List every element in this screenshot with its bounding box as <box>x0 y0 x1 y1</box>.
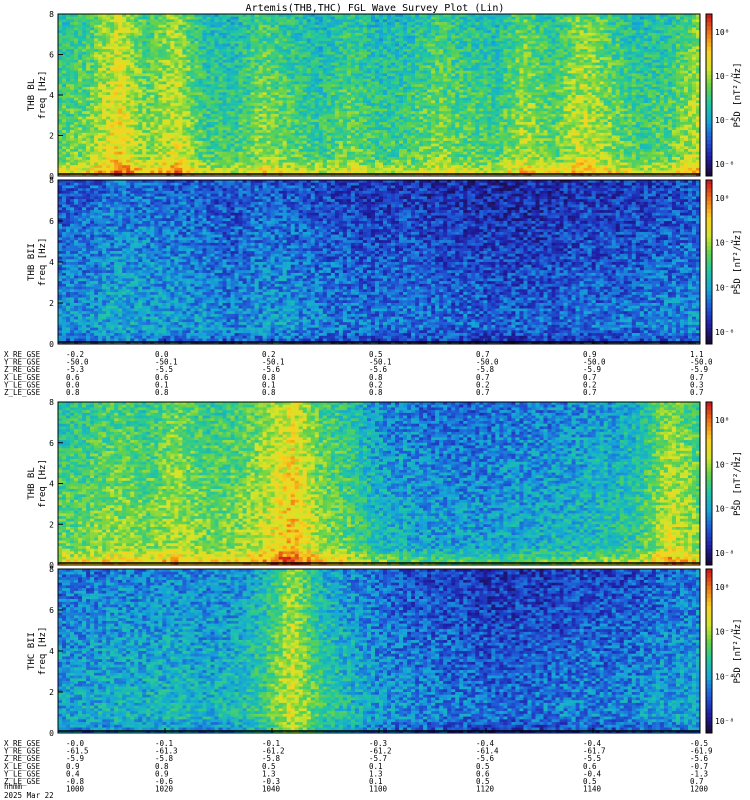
colorbar-label: PSD [nT²/Hz] <box>733 618 743 683</box>
heatmap-thb-bii <box>58 180 700 344</box>
colorbar-label: PSD [nT²/Hz] <box>733 229 743 294</box>
ephemeris-table-bottom: X_RE_GSEY_RE_GSEZ_RE_GSEX_LE_GSEY_LE_GSE… <box>4 739 713 794</box>
ephemeris-value: 1020 <box>155 785 174 794</box>
spectrogram-panel-2: 0 2 4 6 8 THB BII freq [Hz] 10⁻⁶ 10⁻⁴ 10⁻² 10⁰ PSD… <box>27 176 743 349</box>
colorbar-2: 10⁻⁶ 10⁻⁴ 10⁻² 10⁰ PSD [nT²/Hz] <box>706 180 743 344</box>
y-tick-label: 2 <box>49 299 54 308</box>
colorbar-tick-label: 10⁻⁸ <box>715 717 734 726</box>
colorbar-tick-label: 10⁻⁴ <box>715 283 734 292</box>
y-tick-label: 2 <box>49 520 54 529</box>
ephemeris-value: 0.7 <box>583 388 597 397</box>
ephemeris-value: 0.7 <box>690 388 704 397</box>
wave-survey-chart: Artemis(THB,THC) FGL Wave Survey Plot (L… <box>0 0 750 800</box>
ephemeris-value: 1140 <box>583 785 602 794</box>
colorbar-4: 10⁻⁸ 10⁻⁴ 10⁻² 10⁰ PSD [nT²/Hz] <box>706 569 743 733</box>
colorbar-tick-label: 10⁻² <box>715 460 734 469</box>
colorbar-tick-label: 10⁰ <box>715 28 729 37</box>
colorbar-tick-label: 10⁻⁴ <box>715 116 734 125</box>
y-tick-label: 6 <box>49 217 54 226</box>
time-axis-label: hhmm <box>4 782 23 791</box>
colorbar-tick-label: 10⁻² <box>715 628 734 637</box>
colorbar-tick-label: 10⁻² <box>715 239 734 248</box>
heatmap-thc-bii <box>58 569 700 733</box>
ephemeris-value: 0.8 <box>262 388 276 397</box>
colorbar-label: PSD [nT²/Hz] <box>733 62 743 127</box>
colorbar-tick-label: 10⁰ <box>715 194 729 203</box>
y-tick-label: 4 <box>49 258 54 267</box>
colorbar-tick-label: 10⁻⁸ <box>715 549 734 558</box>
spectrogram-panel-3: 02468THB BL freq [Hz] 10⁻⁸10⁻⁴10⁻²10⁰PSD … <box>27 398 743 570</box>
y-tick-label: 6 <box>49 51 54 60</box>
y-tick-label: 8 <box>49 565 54 574</box>
colorbar-tick-label: 10⁰ <box>715 583 729 592</box>
date-label: 2025 Mar 22 <box>4 791 54 800</box>
ephemeris-table-top: X_RE_GSEY_RE_GSEZ_RE_GSEX_LE_GSEY_LE_GSE… <box>4 350 713 397</box>
colorbar-tick-label: 10⁻⁴ <box>715 505 734 514</box>
colorbar-tick-label: 10⁻⁶ <box>715 328 734 337</box>
y-tick-label: 4 <box>49 647 54 656</box>
heatmap-thc-bl <box>58 402 700 565</box>
y-tick-label: 0 <box>49 729 54 738</box>
y-axis-label: freq [Hz] <box>38 238 48 287</box>
ephemeris-value: 1100 <box>369 785 388 794</box>
ephemeris-value: 0.8 <box>66 388 80 397</box>
panel-label: THB BII <box>27 243 37 281</box>
ephemeris-value: 1000 <box>66 785 85 794</box>
y-tick-label: 4 <box>49 91 54 100</box>
ephemeris-value: 1120 <box>476 785 495 794</box>
colorbar-tick-label: 10⁻⁴ <box>715 672 734 681</box>
panel-label: THC BII <box>27 632 37 670</box>
y-tick-label: 2 <box>49 132 54 141</box>
panel-label: THB BL <box>27 79 37 112</box>
y-tick-label: 8 <box>49 10 54 19</box>
panel-label: THB BL <box>27 467 37 500</box>
colorbar-3: 10⁻⁸ 10⁻⁴ 10⁻² 10⁰ PSD [nT²/Hz] <box>706 402 743 565</box>
colorbar-tick-label: 10⁻² <box>715 72 734 81</box>
y-tick-label: 8 <box>49 398 54 407</box>
ephemeris-value: 1200 <box>690 785 709 794</box>
y-tick-label: 0 <box>49 340 54 349</box>
y-tick-label: 4 <box>49 480 54 489</box>
y-axis-label: freq [Hz] <box>38 71 48 120</box>
colorbar-1: 10⁻⁶ 10⁻⁴ 10⁻² 10⁰ PSD [nT²/Hz] <box>706 14 743 176</box>
y-tick-label: 2 <box>49 688 54 697</box>
y-tick-label: 8 <box>49 176 54 185</box>
ephemeris-value: 0.7 <box>476 388 490 397</box>
colorbar-label: PSD [nT²/Hz] <box>733 451 743 516</box>
y-axis-label: freq [Hz] <box>38 459 48 508</box>
spectrogram-panel-4: 0 2 4 6 8 THC BII freq [Hz] 10⁻⁸ 10⁻⁴ 10⁻² 10⁰ PSD… <box>27 565 743 738</box>
ephemeris-value: 1040 <box>262 785 281 794</box>
ephemeris-row-label: Z_LE_GSE <box>4 388 41 397</box>
spectrogram-panel-1: 02468THB BL freq [Hz] 10⁻⁶10⁻⁴10⁻²10⁰PSD … <box>27 10 743 181</box>
y-tick-label: 6 <box>49 606 54 615</box>
colorbar-tick-label: 10⁰ <box>715 416 729 425</box>
chart-title: Artemis(THB,THC) FGL Wave Survey Plot (L… <box>246 3 505 14</box>
y-axis-label: freq [Hz] <box>38 627 48 676</box>
colorbar-tick-label: 10⁻⁶ <box>715 160 734 169</box>
ephemeris-value: 0.8 <box>155 388 169 397</box>
y-tick-label: 6 <box>49 439 54 448</box>
heatmap-thb-bl <box>58 14 700 176</box>
ephemeris-value: 0.8 <box>369 388 383 397</box>
